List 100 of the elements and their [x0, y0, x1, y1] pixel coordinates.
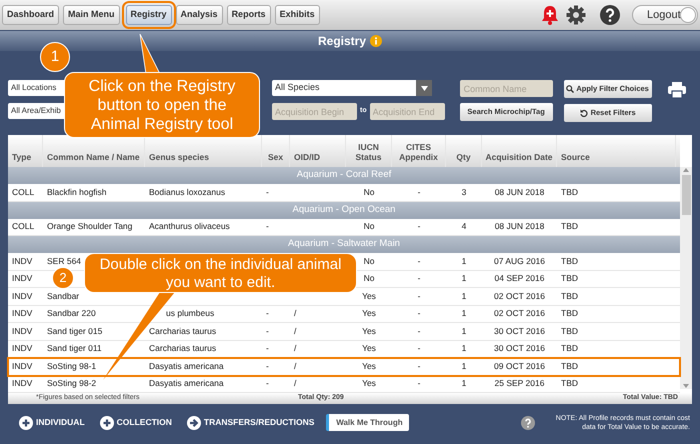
- table-cell: Dasyatis americana: [149, 360, 224, 373]
- table-cell: -: [418, 307, 420, 320]
- print-icon[interactable]: [668, 82, 686, 98]
- table-cell: Dasyatis americana: [149, 377, 224, 390]
- table-cell: 30 OCT 2016: [494, 324, 545, 338]
- table-cell: TBD: [561, 290, 578, 303]
- table-cell: Yes: [362, 290, 376, 303]
- table-cell: No: [364, 272, 374, 286]
- table-cell: 02 OCT 2016: [494, 307, 545, 320]
- table-cell: INDV: [12, 272, 32, 286]
- table-cell: 1: [462, 272, 466, 286]
- nav-button[interactable]: Analysis: [176, 5, 223, 25]
- table-cell: -: [266, 342, 269, 356]
- table-cell: INDV: [12, 307, 32, 320]
- scroll-thumb[interactable]: [682, 175, 690, 215]
- column-header[interactable]: Common Name / Name: [47, 152, 140, 162]
- table-cell: TBD: [561, 254, 578, 268]
- table-cell: 4: [462, 220, 466, 234]
- table-cell: Sand tiger 011: [47, 342, 102, 356]
- table-cell: -: [266, 377, 269, 390]
- table-cell: TBD: [561, 272, 578, 286]
- table-cell: INDV: [12, 290, 32, 303]
- table-cell: Yes: [362, 360, 376, 373]
- table-cell: Orange Shoulder Tang: [47, 220, 132, 234]
- column-header[interactable]: Source: [561, 152, 590, 162]
- table-cell: 02 OCT 2016: [494, 290, 545, 303]
- search-icon: [566, 85, 574, 93]
- nav-button[interactable]: Dashboard: [2, 5, 60, 25]
- table-cell: Acanthurus olivaceus: [149, 220, 230, 234]
- column-header[interactable]: OID/ID: [294, 152, 320, 162]
- table-cell: 1: [462, 254, 466, 268]
- table-cell: No: [364, 220, 374, 234]
- nav-button[interactable]: Exhibits: [274, 5, 320, 25]
- table-cell: -: [266, 307, 269, 320]
- column-header[interactable]: IUCN Status: [346, 142, 391, 162]
- table-cell: SER 564: [47, 254, 82, 268]
- reset-icon: [580, 109, 588, 117]
- table-cell: Yes: [362, 307, 376, 320]
- table-cell: No: [364, 186, 374, 199]
- species-select[interactable]: All Species: [272, 80, 432, 96]
- table-cell: us plumbeus: [166, 307, 214, 320]
- table-cell: 07 AUG 2016: [494, 254, 546, 268]
- nav-button[interactable]: Reports: [226, 5, 271, 25]
- action-button[interactable]: INDIVIDUAL: [19, 416, 85, 430]
- table-cell: TBD: [561, 307, 578, 320]
- table-cell: 1: [462, 360, 466, 373]
- callout-tooltip: Double click on the individual animal you want to edit.: [84, 253, 357, 293]
- scrollbar[interactable]: [680, 167, 692, 389]
- table-cell: -: [418, 342, 420, 356]
- table-cell: TBD: [561, 360, 578, 373]
- action-button[interactable]: TRANSFERS/REDUCTIONS: [186, 416, 314, 430]
- info-icon[interactable]: [370, 35, 382, 47]
- table-cell: -: [418, 377, 420, 390]
- column-header[interactable]: Type: [12, 152, 32, 162]
- table-cell: -: [418, 220, 420, 234]
- help-icon[interactable]: [600, 5, 620, 25]
- table-cell: 25 SEP 2016: [494, 377, 544, 390]
- table-cell: 08 JUN 2018: [494, 220, 544, 234]
- table-cell: Carcharias taurus: [149, 342, 216, 356]
- table-cell: TBD: [561, 342, 578, 356]
- page-title: Registry: [318, 33, 366, 50]
- table-cell: Sandbar 220: [47, 307, 96, 320]
- table-cell: -: [418, 324, 420, 338]
- table-cell: Sandbar: [47, 290, 80, 303]
- action-button[interactable]: COLLECTION: [100, 416, 172, 430]
- table-row[interactable]: INDV SoSting 98-1 Dasyatis americana - / Yes - 1 09 OCT 2016 TBD: [8, 358, 680, 376]
- walk-me-through-button[interactable]: Walk Me Through: [326, 414, 410, 431]
- column-header[interactable]: Genus species: [149, 152, 210, 162]
- table-cell: /: [294, 377, 296, 390]
- logout-toggle[interactable]: Logout: [632, 5, 698, 25]
- group-label: Aquarium - Saltwater Main: [288, 237, 400, 252]
- table-cell: 1: [462, 324, 466, 338]
- nav-button[interactable]: Main Menu: [63, 5, 120, 25]
- group-label: Aquarium - Coral Reef: [296, 168, 392, 182]
- table-cell: Bodianus loxozanus: [149, 186, 226, 199]
- table-cell: -: [418, 272, 420, 286]
- table-cell: -: [266, 360, 269, 373]
- settings-icon[interactable]: [566, 5, 586, 25]
- table-cell: -: [418, 186, 420, 199]
- column-header[interactable]: Sex: [268, 152, 284, 162]
- table-cell: TBD: [561, 324, 578, 338]
- column-header[interactable]: Acquisition Date: [485, 152, 553, 162]
- table-cell: 09 OCT 2016: [494, 360, 545, 373]
- column-header[interactable]: CITES Appendix: [392, 142, 445, 162]
- step-number: 1: [40, 42, 70, 72]
- table-cell: -: [418, 360, 420, 373]
- table-cell: /: [294, 307, 296, 320]
- table-cell: 1: [462, 377, 466, 390]
- bell-icon[interactable]: [541, 5, 559, 25]
- table-cell: /: [294, 324, 296, 338]
- table-cell: /: [294, 342, 296, 356]
- table-cell: 3: [462, 186, 466, 199]
- table-cell: COLL: [12, 220, 34, 234]
- table-cell: TBD: [561, 377, 578, 390]
- table-cell: SoSting 98-1: [47, 360, 96, 373]
- table-cell: INDV: [12, 360, 32, 373]
- help-icon[interactable]: [521, 416, 535, 430]
- column-header[interactable]: Qty: [456, 152, 471, 162]
- table-cell: INDV: [12, 324, 32, 338]
- table-cell: TBD: [561, 220, 578, 234]
